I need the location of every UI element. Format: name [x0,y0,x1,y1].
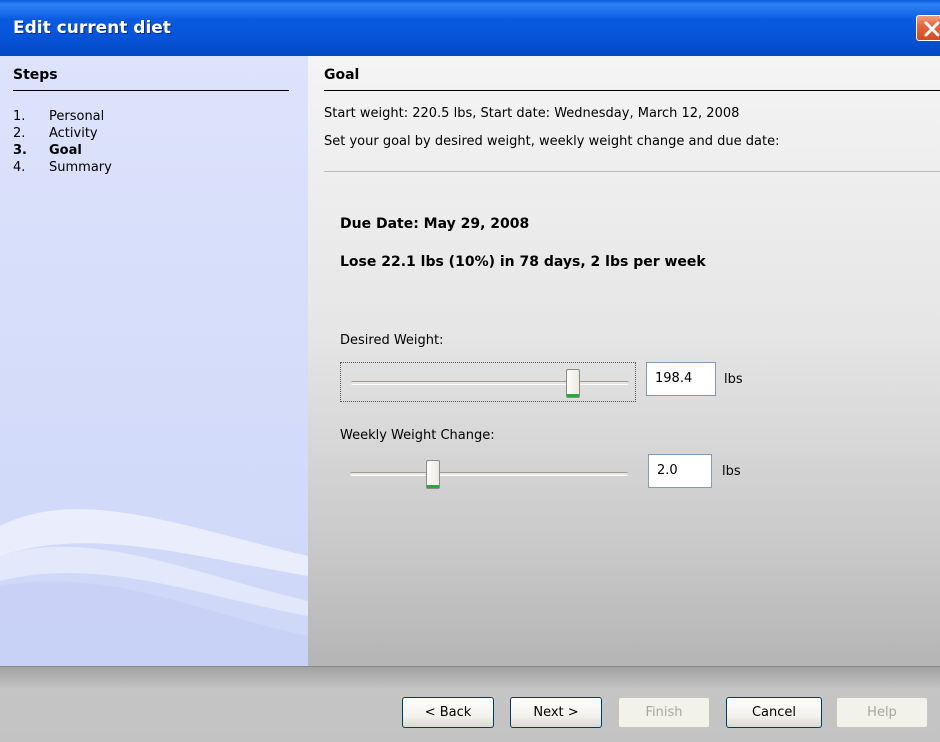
cancel-button[interactable]: Cancel [726,697,822,728]
weekly-change-label: Weekly Weight Change: [340,428,495,443]
step-number: 3. [13,143,27,158]
finish-button[interactable]: Finish [618,697,710,728]
weekly-change-slider[interactable] [340,454,636,494]
dialog-window: Edit current diet Steps 1. Personal 2. Act… [0,0,940,742]
slider-track [351,381,629,385]
instruction-text: Set your goal by desired weight, weekly … [324,134,780,149]
start-info-text: Start weight: 220.5 lbs, Start date: Wed… [324,106,740,121]
window-title: Edit current diet [13,18,171,38]
goal-panel: Goal Start weight: 220.5 lbs, Start date… [308,56,940,666]
step-label: Goal [49,143,82,158]
step-number: 2. [13,126,26,141]
weekly-change-input[interactable]: 2.0 [648,454,712,488]
close-icon [924,21,940,37]
steps-list: 1. Personal 2. Activity 3. Goal 4. Summary [13,108,112,176]
step-item-personal: 1. Personal [13,108,112,125]
lose-summary-text: Lose 22.1 lbs (10%) in 78 days, 2 lbs pe… [340,254,706,270]
title-divider [324,90,940,91]
steps-sidebar: Steps 1. Personal 2. Activity 3. Goal 4. Sum… [0,56,308,666]
due-date-text: Due Date: May 29, 2008 [340,216,530,232]
slider-track [350,472,628,476]
next-button[interactable]: Next > [510,697,602,728]
slider-thumb[interactable] [426,460,441,489]
title-bar: Edit current diet [0,0,940,56]
desired-weight-slider[interactable] [340,362,636,402]
desired-weight-label: Desired Weight: [340,333,444,348]
weekly-change-unit: lbs [722,464,741,479]
step-number: 4. [13,160,26,175]
steps-divider [13,90,289,91]
section-divider [324,171,940,172]
button-bar: < Back Next > Finish Cancel Help [0,666,940,742]
page-title: Goal [324,67,360,83]
slider-thumb[interactable] [566,369,581,398]
back-button[interactable]: < Back [402,697,494,728]
help-button[interactable]: Help [836,697,928,728]
close-button[interactable] [916,15,940,41]
step-item-summary: 4. Summary [13,159,112,176]
step-label: Activity [49,126,98,141]
step-item-goal: 3. Goal [13,142,112,159]
desired-weight-unit: lbs [724,372,743,387]
step-label: Summary [49,160,112,175]
step-item-activity: 2. Activity [13,125,112,142]
steps-heading: Steps [13,67,58,83]
step-number: 1. [13,109,26,124]
step-label: Personal [49,109,105,124]
desired-weight-input[interactable]: 198.4 [646,362,716,396]
